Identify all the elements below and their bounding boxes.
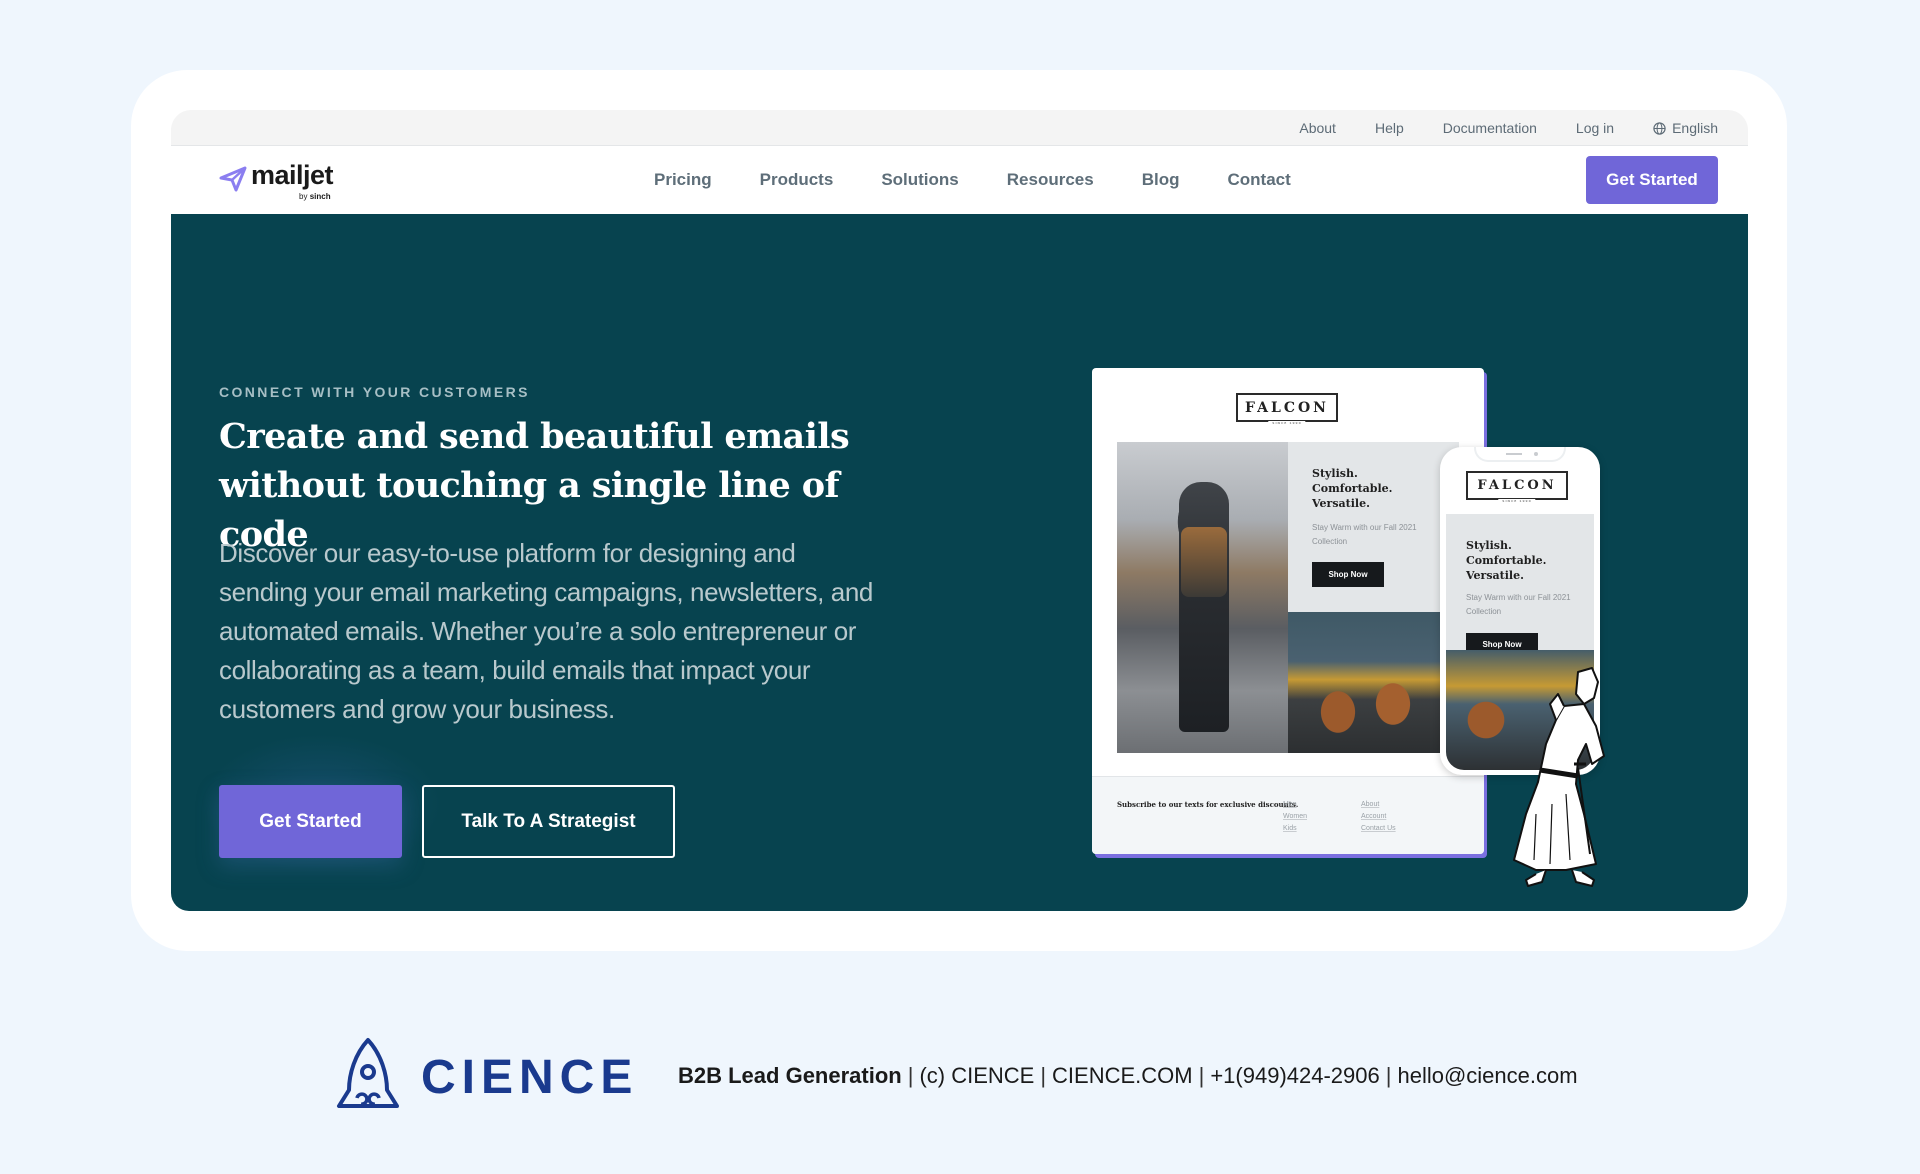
language-label: English [1672,120,1718,136]
globe-icon [1653,121,1666,135]
logo-byline: by sinch [299,192,331,201]
primary-nav: Pricing Products Solutions Resources Blo… [654,146,1339,214]
topbar-link-help[interactable]: Help [1375,120,1404,136]
language-selector[interactable]: English [1653,120,1718,136]
rocket-icon [337,1038,399,1108]
website-frame: About Help Documentation Log in English … [171,110,1748,911]
mobile-promo-panel: Stylish. Comfortable. Versatile. Stay Wa… [1446,514,1594,656]
promo-title-line: Versatile. [1466,569,1524,582]
falcon-wordmark: FALCON [1245,399,1329,416]
footer-link: Contact Us [1361,825,1396,832]
logo-wordmark: mailjet [251,160,334,190]
falcon-logo-mobile: FALCON SINCE 1990 [1466,471,1568,503]
hero-description: Discover our easy-to-use platform for de… [219,538,873,724]
hero-get-started-button[interactable]: Get Started [219,785,402,858]
nav-resources[interactable]: Resources [1007,170,1094,190]
footer-links-col-2: About Account Contact Us [1361,799,1396,835]
footer-link: Men [1283,801,1297,808]
hiker-photo [1117,442,1288,753]
mailjet-logo[interactable]: mailjet by sinch [219,160,349,204]
phone-notch [1474,447,1566,462]
main-navbar: mailjet by sinch Pricing Products Soluti… [171,146,1748,214]
falcon-logo: FALCON SINCE 1990 [1236,393,1338,425]
separator: | [907,1063,914,1088]
promo-title: Stylish. Comfortable. Versatile. [1312,466,1393,511]
footer-tagline: B2B Lead Generation [678,1063,902,1088]
subscribe-text: Subscribe to our texts for exclusive dis… [1117,800,1299,809]
nav-get-started-button[interactable]: Get Started [1586,156,1718,204]
footer-copyright: (c) CIENCE [919,1063,1035,1088]
footer-links-col-1: Men Women Kids [1283,799,1307,835]
promo-title-line: Versatile. [1312,497,1370,510]
nav-pricing[interactable]: Pricing [654,170,712,190]
promo-title-line: Comfortable. [1312,482,1393,495]
email-footer: Subscribe to our texts for exclusive dis… [1092,776,1484,854]
promo-subtitle: Stay Warm with our Fall 2021 Collection [1312,523,1417,546]
falcon-tagline: SINCE 1990 [1498,499,1536,503]
promo-panel: Stylish. Comfortable. Versatile. Stay Wa… [1288,442,1459,612]
topbar-link-about[interactable]: About [1299,120,1336,136]
falcon-wordmark: FALCON [1477,478,1557,493]
footer-email[interactable]: hello@cience.com [1397,1063,1577,1088]
nav-blog[interactable]: Blog [1142,170,1180,190]
hiker-figure [1179,482,1229,732]
boots-photo [1288,612,1440,753]
footer-website[interactable]: CIENCE.COM [1052,1063,1193,1088]
logo-sinch: sinch [309,192,331,201]
promo-subtitle: Stay Warm with our Fall 2021 Collection [1466,593,1571,616]
topbar-link-login[interactable]: Log in [1576,120,1614,136]
topbar-link-documentation[interactable]: Documentation [1443,120,1537,136]
falcon-tagline: SINCE 1990 [1268,421,1306,425]
warrior-illustration [1513,667,1605,887]
shop-now-button: Shop Now [1312,562,1384,587]
footer-link: About [1361,801,1380,808]
promo-title-line: Comfortable. [1466,554,1547,567]
promo-title-line: Stylish. [1312,467,1358,480]
nav-solutions[interactable]: Solutions [881,170,958,190]
desktop-email-preview: FALCON SINCE 1990 Stylish. Comfortable. … [1092,368,1484,854]
hero-section: CONNECT WITH YOUR CUSTOMERS Create and s… [171,214,1748,911]
separator: | [1198,1063,1205,1088]
footer-link: Women [1283,813,1307,820]
backpack [1181,527,1227,597]
separator: | [1040,1063,1047,1088]
headline-line-1: Create and send beautiful emails [219,416,850,457]
footer-link: Account [1361,813,1387,820]
footer-link: Kids [1283,825,1297,832]
separator: | [1385,1063,1392,1088]
nav-products[interactable]: Products [760,170,834,190]
promo-title: Stylish. Comfortable. Versatile. [1466,538,1547,583]
hero-eyebrow: CONNECT WITH YOUR CUSTOMERS [219,384,530,400]
talk-to-strategist-button[interactable]: Talk To A Strategist [422,785,675,858]
utility-bar: About Help Documentation Log in English [171,110,1748,146]
footer-phone[interactable]: +1(949)424-2906 [1210,1063,1379,1088]
promo-title-line: Stylish. [1466,539,1512,552]
footer-contact-line: B2B Lead Generation | (c) CIENCE | CIENCE.CO… [678,1063,1578,1089]
cience-wordmark: CIENCE [421,1051,639,1104]
paper-plane-icon [219,166,247,192]
cience-logo: CIENCE [333,1036,632,1116]
logo-by: by [299,192,308,201]
nav-contact[interactable]: Contact [1227,170,1290,190]
